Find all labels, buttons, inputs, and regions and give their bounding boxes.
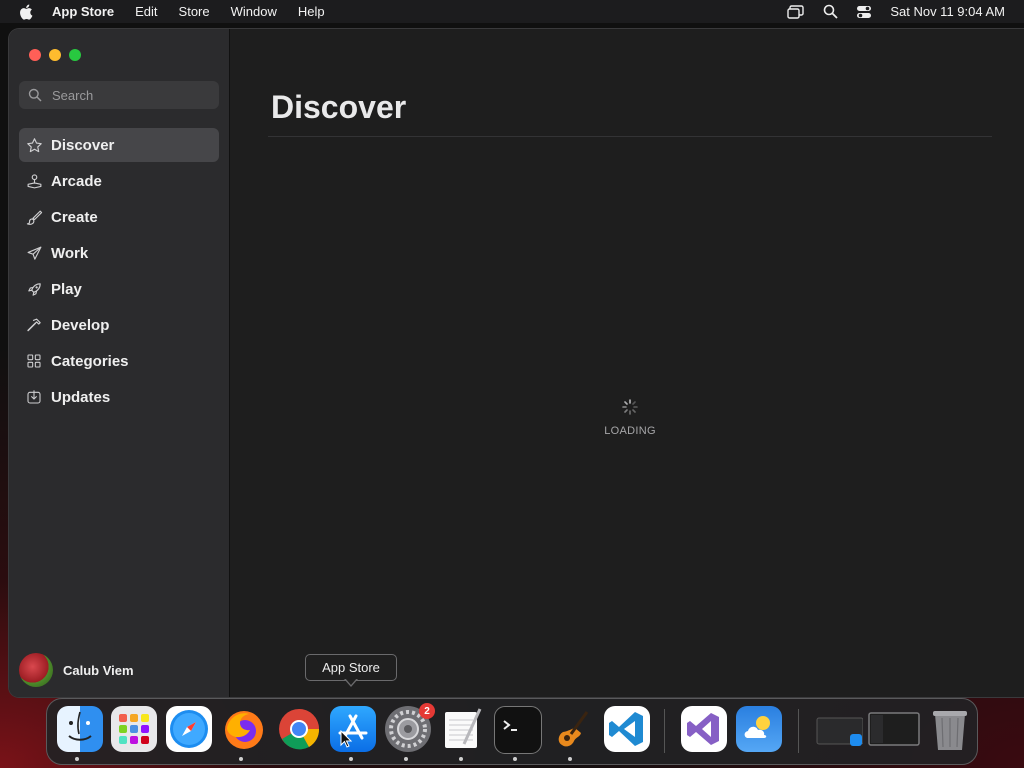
spotlight-search-icon[interactable] (821, 4, 839, 20)
menu-edit[interactable]: Edit (135, 4, 157, 19)
title-divider (268, 136, 992, 137)
finder-icon[interactable] (57, 706, 103, 752)
dock-separator (664, 709, 665, 753)
dock-running-indicator (568, 757, 572, 761)
dock-running-indicator (513, 757, 517, 761)
window-controls (29, 49, 81, 61)
dock-running-indicator (404, 757, 408, 761)
sidebar-item-label: Work (51, 244, 89, 262)
firefox-icon[interactable] (221, 706, 267, 752)
spinner-icon (622, 399, 638, 415)
page-title: Discover (271, 89, 407, 125)
minimize-window-button[interactable] (49, 49, 61, 61)
search-field[interactable] (19, 81, 219, 109)
main-content: Discover LOADING (230, 29, 1024, 697)
user-name: Calub Viem (63, 662, 134, 678)
vscode-icon[interactable] (604, 706, 650, 752)
dock-separator (798, 709, 799, 753)
search-icon (28, 88, 42, 102)
sidebar-item-develop[interactable]: Develop (19, 308, 219, 342)
minimized-window-icon[interactable] (868, 706, 920, 752)
close-window-button[interactable] (29, 49, 41, 61)
trash-icon[interactable] (927, 706, 973, 752)
chrome-icon[interactable] (276, 706, 322, 752)
loading-text: LOADING (604, 425, 656, 437)
dock-running-indicator (459, 757, 463, 761)
garageband-icon[interactable] (549, 706, 595, 752)
recent-window-icon[interactable] (813, 706, 864, 752)
notification-badge: 2 (419, 703, 435, 719)
maximize-window-button[interactable] (69, 49, 81, 61)
weather-icon[interactable] (736, 706, 782, 752)
sidebar: Discover Arcade Create Work (9, 29, 230, 697)
dock-running-indicator (239, 757, 243, 761)
sidebar-item-discover[interactable]: Discover (19, 128, 219, 162)
safari-icon[interactable] (166, 706, 212, 752)
dock-tooltip-arrow-fill (345, 678, 357, 685)
sidebar-item-label: Updates (51, 388, 111, 406)
screen-mirroring-icon[interactable] (787, 4, 805, 20)
sidebar-item-play[interactable]: Play (19, 272, 219, 306)
sidebar-item-arcade[interactable]: Arcade (19, 164, 219, 198)
control-center-icon[interactable] (855, 4, 873, 20)
sidebar-item-create[interactable]: Create (19, 200, 219, 234)
brush-icon (25, 208, 43, 226)
account-button[interactable]: Calub Viem (19, 653, 134, 687)
launchpad-icon[interactable] (111, 706, 157, 752)
joystick-icon (25, 172, 43, 190)
star-icon (25, 136, 43, 154)
loading-indicator: LOADING (600, 399, 660, 437)
sidebar-item-label: Discover (51, 136, 115, 154)
menu-bar: App Store Edit Store Window Help Sat Nov… (0, 0, 1024, 23)
sidebar-item-updates[interactable]: Updates (19, 380, 219, 414)
menu-help[interactable]: Help (298, 4, 325, 19)
grid-icon (25, 352, 43, 370)
download-icon (25, 388, 43, 406)
sidebar-nav: Discover Arcade Create Work Play Develop… (19, 128, 219, 416)
menu-window[interactable]: Window (231, 4, 277, 19)
dock-running-indicator (349, 757, 353, 761)
menu-clock[interactable]: Sat Nov 11 9:04 AM (890, 4, 1005, 19)
paper-plane-icon (25, 244, 43, 262)
sidebar-item-label: Develop (51, 316, 110, 334)
rocket-icon (25, 280, 43, 298)
search-input[interactable] (50, 86, 204, 104)
sidebar-item-categories[interactable]: Categories (19, 344, 219, 378)
sidebar-item-label: Categories (51, 352, 129, 370)
apple-icon[interactable] (18, 3, 36, 21)
sidebar-item-work[interactable]: Work (19, 236, 219, 270)
dock-running-indicator (75, 757, 79, 761)
visual-studio-icon[interactable] (681, 706, 727, 752)
dock-tooltip: App Store (305, 654, 397, 681)
app-store-window: Discover Arcade Create Work (9, 29, 1024, 697)
textedit-icon[interactable] (440, 706, 486, 752)
menu-store[interactable]: Store (179, 4, 210, 19)
sidebar-item-label: Arcade (51, 172, 102, 190)
dock: 2 (46, 698, 978, 765)
sidebar-item-label: Create (51, 208, 98, 226)
sidebar-item-label: Play (51, 280, 82, 298)
app-store-icon[interactable] (330, 706, 376, 752)
system-settings-icon[interactable]: 2 (385, 703, 435, 752)
avatar (19, 653, 53, 687)
menu-app-store[interactable]: App Store (52, 4, 114, 19)
terminal-icon[interactable] (494, 706, 542, 754)
mouse-cursor-icon (340, 730, 352, 748)
hammer-icon (25, 316, 43, 334)
